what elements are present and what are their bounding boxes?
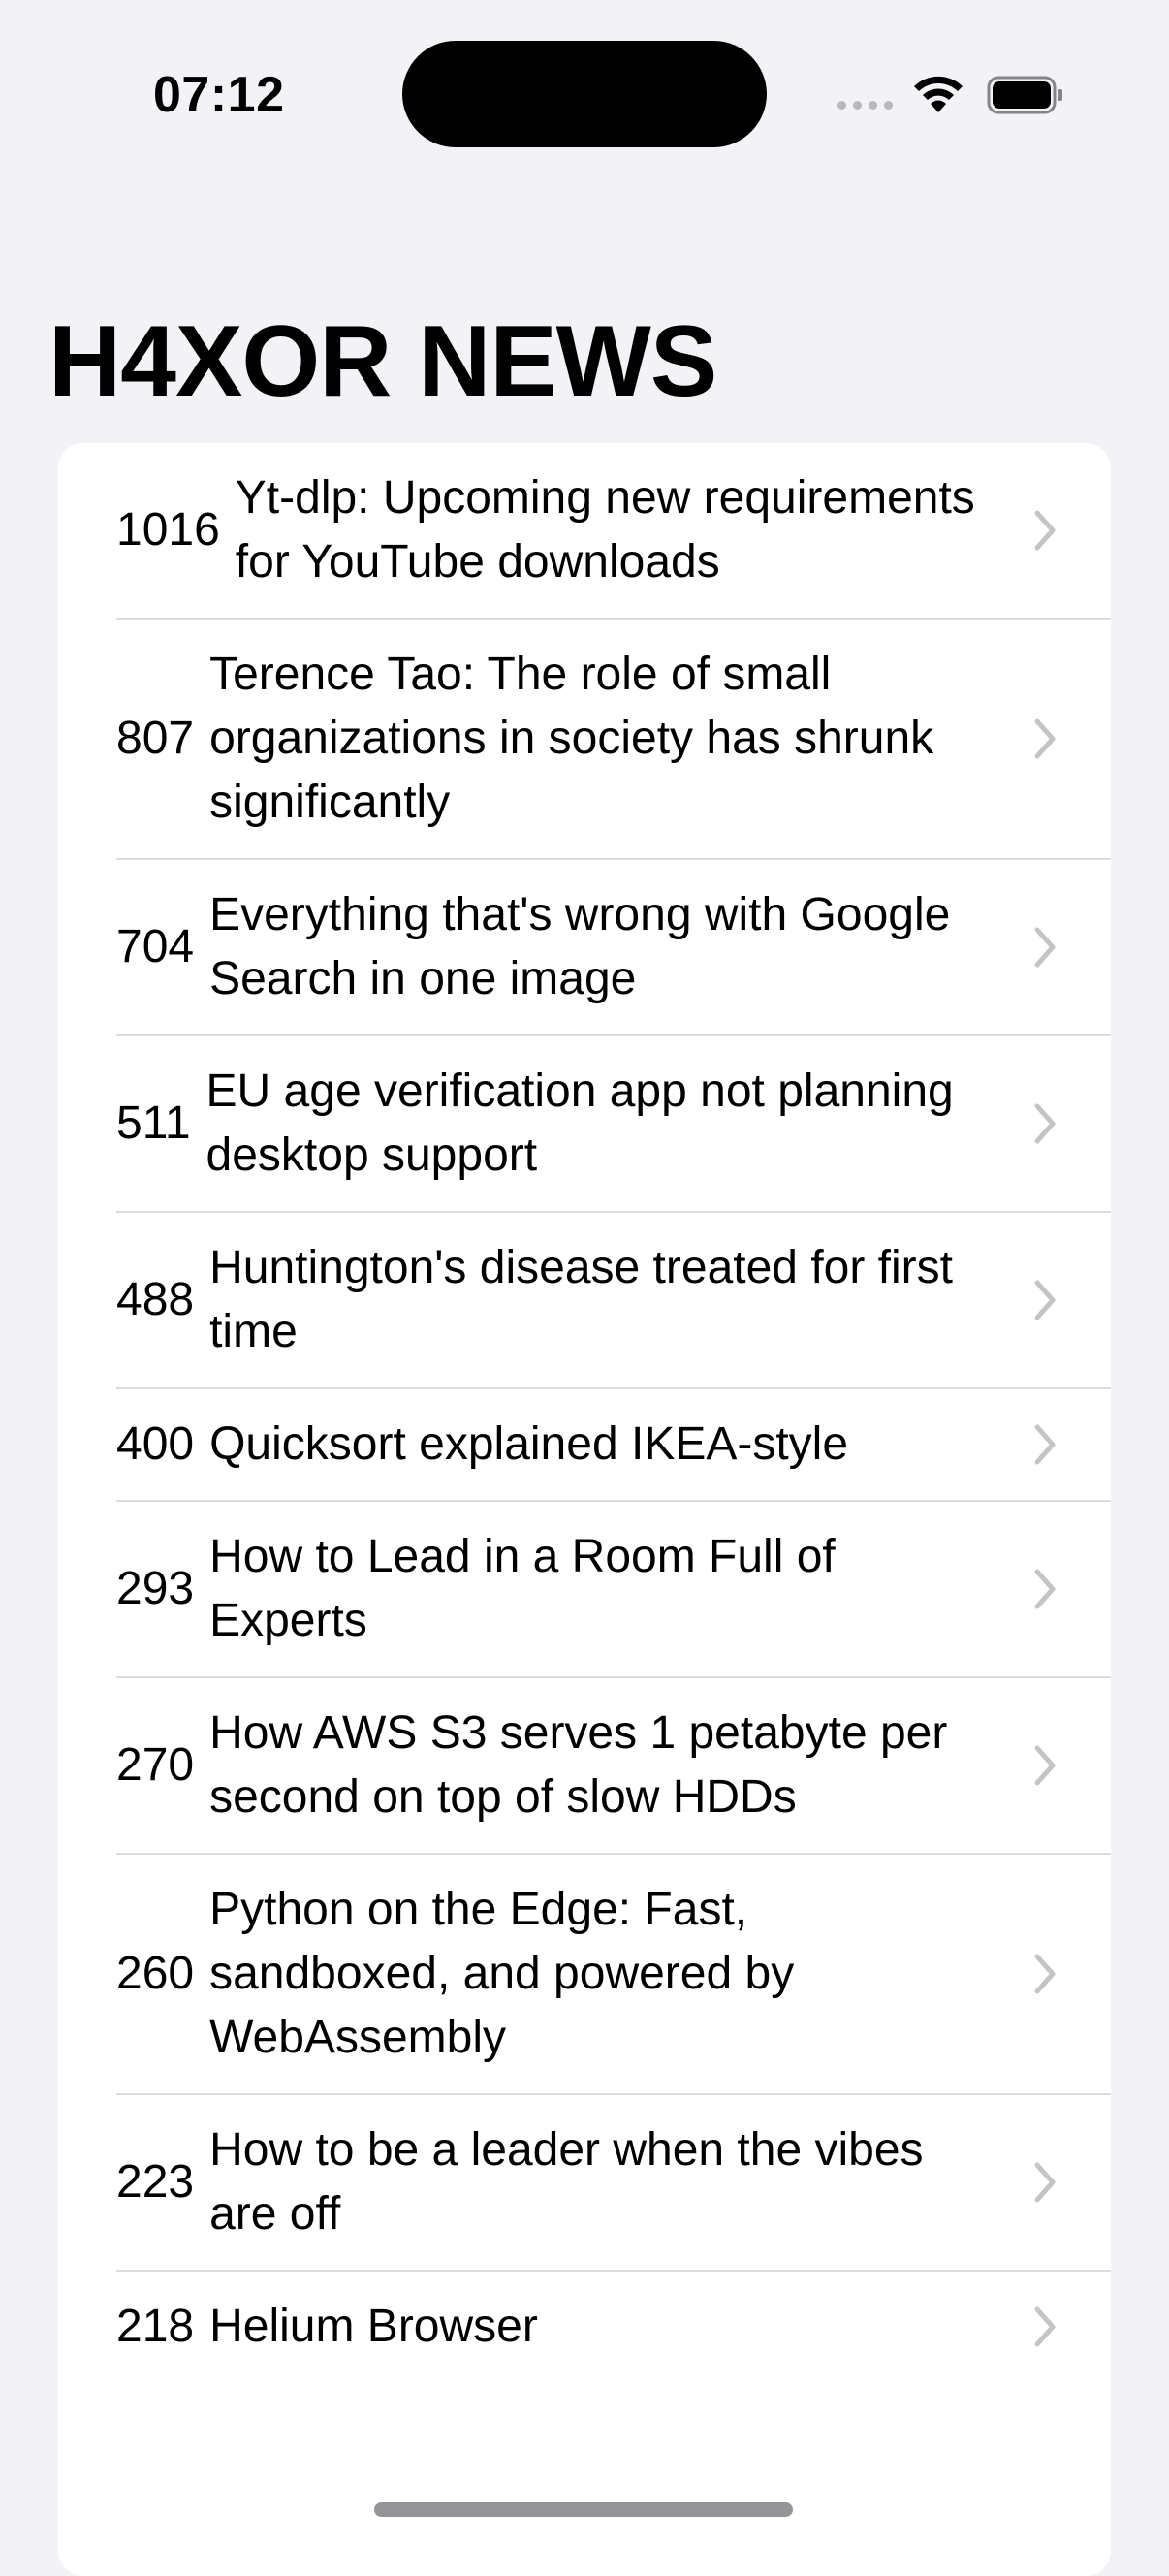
story-points: 293 [116,1563,195,1614]
story-points: 488 [116,1274,195,1325]
story-title: EU age verification app not planning des… [205,1065,954,1181]
story-row[interactable]: 704 Everything that's wrong with Google S… [116,860,1111,1036]
status-bar: 07:12 [0,0,1169,194]
page-title: H4XOR NEWS [48,305,717,418]
chevron-right-icon [1034,2162,1056,2203]
story-title: Everything that's wrong with Google Sear… [209,889,951,1004]
story-title: Helium Browser [209,2301,538,2352]
story-title: Terence Tao: The role of small organizat… [209,649,934,828]
chevron-right-icon [1034,1569,1056,1609]
cellular-signal-icon [837,101,893,110]
chevron-right-icon [1034,2306,1056,2347]
story-title: How to Lead in a Room Full of Experts [209,1531,836,1646]
chevron-right-icon [1034,927,1056,968]
story-points: 270 [116,1739,195,1791]
story-row[interactable]: 807 Terence Tao: The role of small organi… [116,620,1111,860]
chevron-right-icon [1034,1103,1056,1144]
story-row[interactable]: 511 EU age verification app not planning … [116,1036,1111,1213]
story-title: How to be a leader when the vibes are of… [209,2124,924,2240]
status-time: 07:12 [153,67,285,123]
story-points: 223 [116,2156,195,2208]
story-row[interactable]: 260 Python on the Edge: Fast, sandboxed, … [116,1855,1111,2095]
story-points: 704 [116,921,195,972]
dynamic-island [402,41,767,147]
story-row[interactable]: 400 Quicksort explained IKEA-style [116,1389,1111,1502]
story-title: Python on the Edge: Fast, sandboxed, and… [209,1884,795,2063]
story-points: 511 [116,1097,191,1149]
story-row[interactable]: 270 How AWS S3 serves 1 petabyte per seco… [116,1678,1111,1855]
battery-icon [987,76,1062,114]
story-title: How AWS S3 serves 1 petabyte per second … [209,1707,948,1823]
chevron-right-icon [1034,510,1056,551]
chevron-right-icon [1034,1280,1056,1320]
story-title: Huntington's disease treated for first t… [209,1242,953,1357]
wifi-icon [914,76,963,112]
chevron-right-icon [1034,718,1056,759]
story-points: 260 [116,1948,195,1999]
story-row[interactable]: 488 Huntington's disease treated for firs… [116,1213,1111,1389]
chevron-right-icon [1034,1745,1056,1786]
story-row[interactable]: 218 Helium Browser [116,2272,1111,2382]
story-points: 218 [116,2301,195,2352]
story-points: 400 [116,1418,195,1470]
chevron-right-icon [1034,1424,1056,1465]
story-list: 1016 Yt-dlp: Upcoming new requirements fo… [58,443,1111,2576]
story-title: Yt-dlp: Upcoming new requirements for Yo… [235,472,975,588]
chevron-right-icon [1034,1954,1056,1994]
story-row[interactable]: 293 How to Lead in a Room Full of Experts [116,1502,1111,1678]
story-row[interactable]: 1016 Yt-dlp: Upcoming new requirements fo… [116,443,1111,620]
story-points: 1016 [116,504,220,556]
story-title: Quicksort explained IKEA-style [209,1418,849,1470]
story-row[interactable]: 223 How to be a leader when the vibes are… [116,2095,1111,2272]
story-points: 807 [116,713,195,764]
home-indicator[interactable] [374,2502,793,2517]
